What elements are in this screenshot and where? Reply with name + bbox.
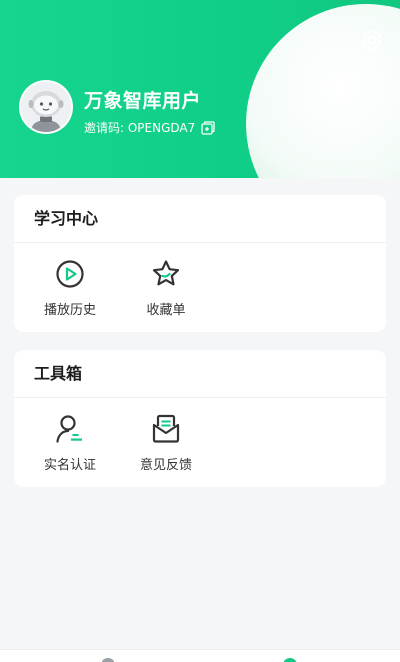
invite-code-row: 邀请码: OPENGDA7 xyxy=(84,119,215,136)
favorites-label: 收藏单 xyxy=(146,302,186,318)
star-icon xyxy=(152,259,180,285)
settings-button[interactable] xyxy=(358,26,386,54)
avatar[interactable] xyxy=(19,80,73,134)
play-history-button[interactable]: 播放历史 xyxy=(22,243,118,332)
toolbox-title: 工具箱 xyxy=(14,350,386,398)
tab-profile-icon[interactable] xyxy=(283,658,297,662)
copy-invite-code-button[interactable] xyxy=(201,120,215,135)
favorites-button[interactable]: 收藏单 xyxy=(118,243,214,332)
bottom-tab-bar xyxy=(0,649,400,662)
username: 万象智库用户 xyxy=(84,90,202,112)
study-center-title: 学习中心 xyxy=(14,195,386,243)
real-name-verification-button[interactable]: 实名认证 xyxy=(22,398,118,487)
profile-header: 万象智库用户 邀请码: OPENGDA7 xyxy=(0,0,400,178)
tab-home-icon[interactable] xyxy=(101,658,115,662)
copy-icon xyxy=(201,120,215,135)
real-name-verification-label: 实名认证 xyxy=(43,457,96,473)
feedback-mail-icon xyxy=(152,414,180,443)
toolbox-card: 工具箱 实名认证 意见反馈 xyxy=(14,350,386,487)
study-center-card: 学习中心 播放历史 收藏单 xyxy=(14,195,386,332)
user-verify-icon xyxy=(56,414,82,443)
play-history-label: 播放历史 xyxy=(43,302,96,318)
feedback-label: 意见反馈 xyxy=(139,457,192,473)
feedback-button[interactable]: 意见反馈 xyxy=(118,398,214,487)
play-circle-icon xyxy=(56,259,84,288)
robot-avatar-icon xyxy=(21,82,71,132)
invite-code-text: 邀请码: OPENGDA7 xyxy=(84,121,196,135)
gear-icon xyxy=(362,29,382,51)
